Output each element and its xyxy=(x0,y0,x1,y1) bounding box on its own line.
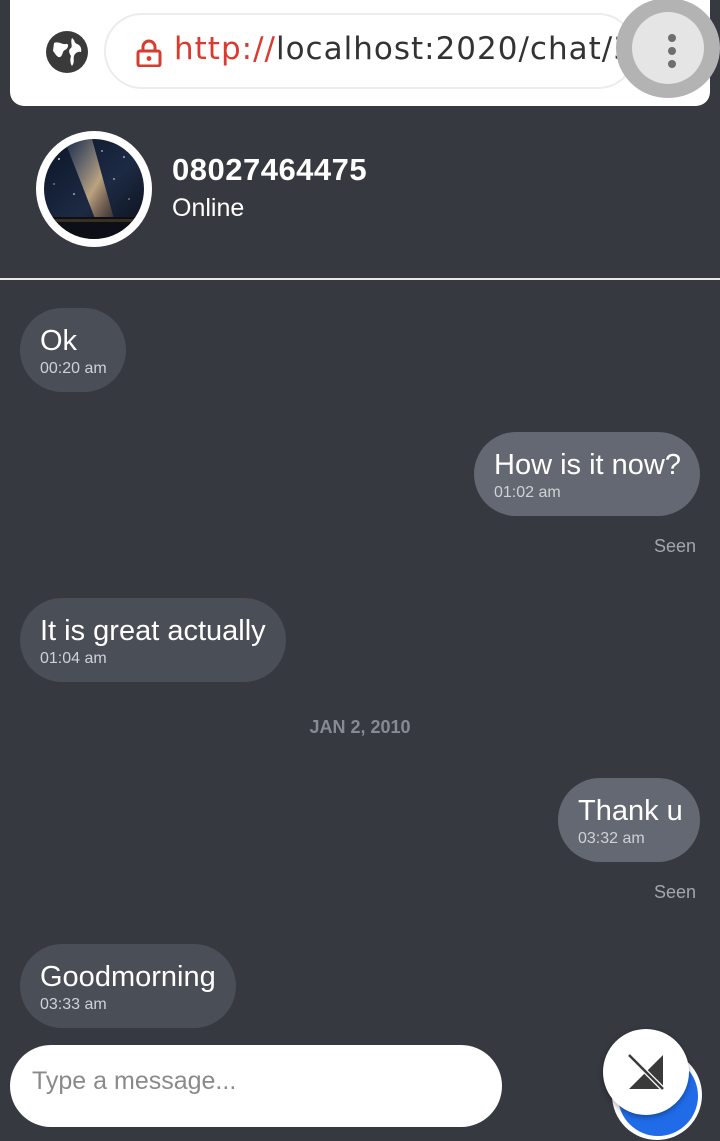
message-time: 03:32 am xyxy=(578,830,645,847)
date-divider: JAN 2, 2010 xyxy=(309,717,411,737)
contact-name: 08027464475 xyxy=(172,152,368,187)
message-text: Ok xyxy=(40,325,78,357)
seen-receipt: Seen xyxy=(653,882,696,902)
url-host-path: localhost:2020/chat/3 xyxy=(275,31,634,67)
header-divider xyxy=(0,278,720,280)
signal-off-icon xyxy=(627,1053,665,1091)
message-text: Thank u xyxy=(578,795,683,827)
more-vertical-icon[interactable] xyxy=(666,33,678,69)
fab-button[interactable] xyxy=(603,1029,689,1115)
message-time: 01:02 am xyxy=(494,484,561,501)
message-bubble-incoming[interactable]: It is great actually 01:04 am xyxy=(20,598,286,682)
message-input[interactable]: Type a message... xyxy=(10,1045,502,1127)
message-time: 01:04 am xyxy=(40,650,107,667)
message-text: It is great actually xyxy=(40,615,266,647)
lock-icon[interactable] xyxy=(136,39,162,67)
message-text: How is it now? xyxy=(494,449,681,481)
avatar-image xyxy=(44,139,144,239)
contact-status: Online xyxy=(172,194,245,222)
chat-header: 08027464475 Online xyxy=(0,106,720,280)
address-bar[interactable]: http://localhost:2020/chat/3 xyxy=(104,13,636,89)
url-scheme: http:// xyxy=(174,31,276,67)
message-bubble-outgoing[interactable]: How is it now? 01:02 am xyxy=(474,432,700,516)
globe-icon[interactable] xyxy=(44,29,90,75)
avatar[interactable] xyxy=(36,131,152,247)
message-input-placeholder: Type a message... xyxy=(32,1067,237,1095)
url-text: http://localhost:2020/chat/3 xyxy=(174,31,634,67)
browser-toolbar: http://localhost:2020/chat/3 xyxy=(10,0,710,106)
message-bubble-outgoing[interactable]: Thank u 03:32 am xyxy=(558,778,700,862)
message-bubble-incoming[interactable]: Goodmorning 03:33 am xyxy=(20,944,236,1028)
message-time: 03:33 am xyxy=(40,996,107,1013)
message-text: Goodmorning xyxy=(40,961,216,993)
message-bubble-incoming[interactable]: Ok 00:20 am xyxy=(20,308,126,392)
message-time: 00:20 am xyxy=(40,360,107,377)
seen-receipt: Seen xyxy=(653,536,696,556)
